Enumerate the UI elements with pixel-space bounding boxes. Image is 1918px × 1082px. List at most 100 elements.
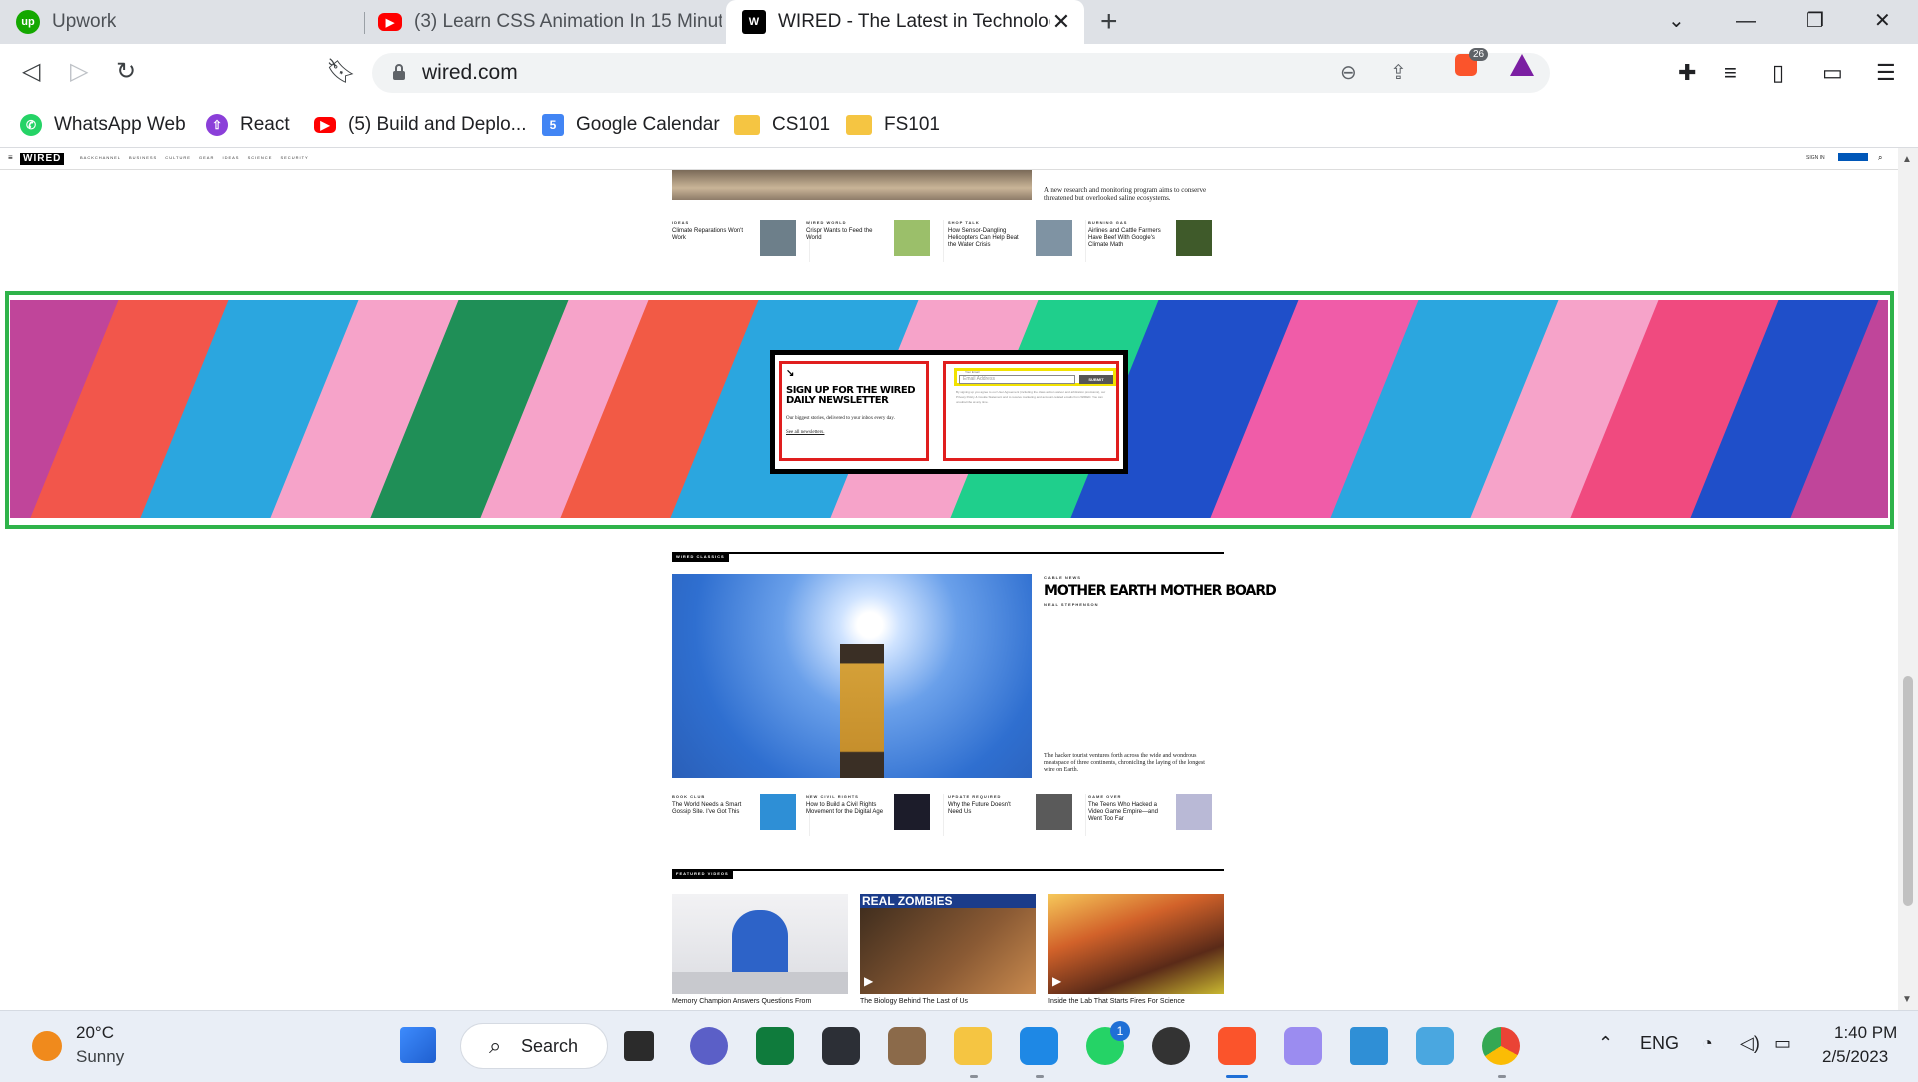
list-item[interactable]: BURNING GAS Airlines and Cattle Farmers … bbox=[1088, 220, 1226, 262]
app-icon[interactable] bbox=[1350, 1027, 1388, 1065]
wired-logo[interactable]: WIRED bbox=[20, 153, 65, 165]
bookmark-folder-fs101[interactable]: FS101 bbox=[846, 110, 940, 140]
play-icon: ▶ bbox=[1052, 974, 1062, 988]
see-all-newsletters-link[interactable]: See all newsletters. bbox=[786, 430, 824, 435]
close-tab-icon[interactable]: ✕ bbox=[1048, 8, 1074, 36]
clock-date[interactable]: 2/5/2023 bbox=[1822, 1047, 1888, 1067]
taskbar-search[interactable]: ⌕ Search bbox=[460, 1023, 608, 1069]
start-icon[interactable] bbox=[400, 1027, 436, 1063]
search-icon[interactable]: ⌕ bbox=[1878, 153, 1882, 163]
story-thumbnail bbox=[1176, 794, 1212, 830]
share-icon[interactable]: ⇪ bbox=[1390, 59, 1407, 87]
bing-icon[interactable] bbox=[756, 1027, 794, 1065]
bookmark-label: CS101 bbox=[772, 114, 831, 135]
weather-temperature[interactable]: 20°C bbox=[76, 1023, 114, 1043]
classic-story-title[interactable]: Mother Earth Mother Board bbox=[1044, 583, 1277, 599]
sun-icon[interactable] bbox=[32, 1031, 62, 1061]
wired-nav-menu[interactable]: BACKCHANNEL BUSINESS CULTURE GEAR IDEAS … bbox=[80, 155, 309, 160]
running-indicator bbox=[1036, 1075, 1044, 1078]
story-thumbnail bbox=[1036, 794, 1072, 830]
bookmark-folder-cs101[interactable]: CS101 bbox=[734, 110, 830, 140]
scroll-down-icon[interactable]: ▼ bbox=[1902, 994, 1912, 1005]
close-window-icon[interactable]: ✕ bbox=[1874, 8, 1891, 34]
list-item[interactable]: BOOK CLUB The World Needs a Smart Gossip… bbox=[672, 794, 810, 836]
game-controller-icon[interactable] bbox=[1284, 1027, 1322, 1065]
hero-image[interactable] bbox=[672, 170, 1032, 200]
sidebar-icon[interactable]: ▯ bbox=[1772, 59, 1784, 87]
url-text: wired.com bbox=[422, 61, 518, 84]
hero-caption: A new research and monitoring program ai… bbox=[1044, 186, 1207, 202]
newsletter-form-panel: Your Email Email Address SUBMIT By signi… bbox=[943, 361, 1119, 461]
bookmark-react[interactable]: ⇧ React bbox=[206, 110, 290, 140]
bookmark-label: Google Calendar bbox=[576, 114, 720, 135]
clock-time[interactable]: 1:40 PM bbox=[1834, 1023, 1897, 1043]
chevron-up-icon[interactable]: ⌃ bbox=[1598, 1033, 1613, 1054]
brave-icon[interactable] bbox=[1218, 1027, 1256, 1065]
wifi-icon[interactable]: ◔ bbox=[1702, 1033, 1713, 1054]
section-divider bbox=[672, 869, 1224, 871]
file-explorer-icon[interactable] bbox=[954, 1027, 992, 1065]
list-item[interactable]: UPDATE REQUIRED Why the Future Doesn't N… bbox=[948, 794, 1086, 836]
restore-icon[interactable]: ❐ bbox=[1806, 8, 1824, 34]
gimp-icon[interactable] bbox=[888, 1027, 926, 1065]
subscribe-button[interactable] bbox=[1838, 153, 1868, 161]
list-item[interactable]: GAME OVER The Teens Who Hacked a Video G… bbox=[1088, 794, 1226, 836]
extensions-icon[interactable]: ✚ bbox=[1678, 59, 1696, 87]
paint-icon[interactable] bbox=[1416, 1027, 1454, 1065]
bookmark-youtube[interactable]: ▶ (5) Build and Deplo... bbox=[314, 110, 527, 140]
minimize-icon[interactable]: — bbox=[1736, 8, 1756, 34]
shields-count-badge: 26 bbox=[1469, 48, 1489, 61]
tab-label: (3) Learn CSS Animation In 15 Minutes bbox=[414, 11, 722, 32]
media-controls-icon[interactable]: ≡ bbox=[1724, 59, 1737, 87]
tab-wired[interactable]: W WIRED - The Latest in Technology ✕ bbox=[726, 0, 1084, 44]
scrollbar-thumb[interactable] bbox=[1903, 676, 1913, 906]
scroll-up-icon[interactable]: ▲ bbox=[1902, 154, 1912, 165]
new-tab-icon[interactable]: + bbox=[1100, 4, 1118, 40]
obs-icon[interactable] bbox=[1152, 1027, 1190, 1065]
list-item[interactable]: IDEAS Climate Reparations Won't Work bbox=[672, 220, 810, 262]
chrome-icon[interactable] bbox=[1482, 1027, 1520, 1065]
story-thumbnail bbox=[1036, 220, 1072, 256]
classic-feature-image[interactable] bbox=[672, 574, 1032, 778]
vscode-icon[interactable] bbox=[1020, 1027, 1058, 1065]
story-title: The World Needs a Smart Gossip Site. I'v… bbox=[672, 802, 742, 815]
bookmark-google-calendar[interactable]: 5 Google Calendar bbox=[542, 110, 720, 140]
active-indicator bbox=[1226, 1075, 1248, 1078]
submit-button[interactable]: SUBMIT bbox=[1079, 375, 1113, 384]
menu-icon[interactable]: ☰ bbox=[1876, 59, 1896, 87]
running-indicator bbox=[970, 1075, 978, 1078]
back-icon[interactable]: ◁ bbox=[22, 55, 40, 89]
list-item[interactable]: NEW CIVIL RIGHTS How to Build a Civil Ri… bbox=[806, 794, 944, 836]
story-kicker: SHOP TALK bbox=[948, 220, 980, 225]
list-item[interactable]: SHOP TALK How Sensor-Dangling Helicopter… bbox=[948, 220, 1086, 262]
reload-icon[interactable]: ↻ bbox=[116, 55, 136, 89]
task-view-icon[interactable] bbox=[624, 1031, 654, 1061]
list-item[interactable]: WIRED WORLD Crispr Wants to Feed the Wor… bbox=[806, 220, 944, 262]
tab-search-chevron-icon[interactable]: ⌄ bbox=[1668, 8, 1685, 34]
brave-rewards-icon[interactable] bbox=[1510, 54, 1534, 76]
bookmark-whatsapp[interactable]: ✆ WhatsApp Web bbox=[20, 110, 186, 140]
video-title: Inside the Lab That Starts Fires For Sci… bbox=[1048, 998, 1185, 1005]
story-author[interactable]: NEAL STEPHENSON bbox=[1044, 602, 1099, 607]
tab-youtube[interactable]: ▶ (3) Learn CSS Animation In 15 Minutes bbox=[362, 0, 722, 44]
address-bar[interactable]: wired.com ⊖ ⇪ bbox=[372, 53, 1550, 93]
sign-in-link[interactable]: SIGN IN bbox=[1806, 155, 1825, 161]
bookmark-label: React bbox=[240, 114, 290, 135]
volume-icon[interactable]: ◁) bbox=[1740, 1033, 1760, 1054]
zoom-icon[interactable]: ⊖ bbox=[1340, 59, 1357, 87]
story-thumbnail bbox=[1176, 220, 1212, 256]
wallet-icon[interactable]: ▭ bbox=[1822, 59, 1843, 87]
weather-condition[interactable]: Sunny bbox=[76, 1047, 124, 1067]
folder-icon bbox=[734, 115, 760, 135]
bookmark-page-icon[interactable]: 🔖︎ bbox=[326, 55, 356, 89]
tab-upwork[interactable]: up Upwork bbox=[0, 0, 362, 44]
language-indicator[interactable]: ENG bbox=[1640, 1033, 1679, 1054]
game-app-icon[interactable] bbox=[822, 1027, 860, 1065]
hamburger-icon[interactable]: ≡ bbox=[8, 153, 13, 162]
page-scrollbar[interactable]: ▲ ▼ bbox=[1898, 148, 1918, 1010]
forward-icon[interactable]: ▷ bbox=[70, 55, 88, 89]
teams-chat-icon[interactable] bbox=[690, 1027, 728, 1065]
email-field[interactable]: Email Address bbox=[959, 375, 1075, 384]
battery-icon[interactable]: ▭ bbox=[1774, 1033, 1791, 1054]
story-kicker: UPDATE REQUIRED bbox=[948, 794, 1002, 799]
